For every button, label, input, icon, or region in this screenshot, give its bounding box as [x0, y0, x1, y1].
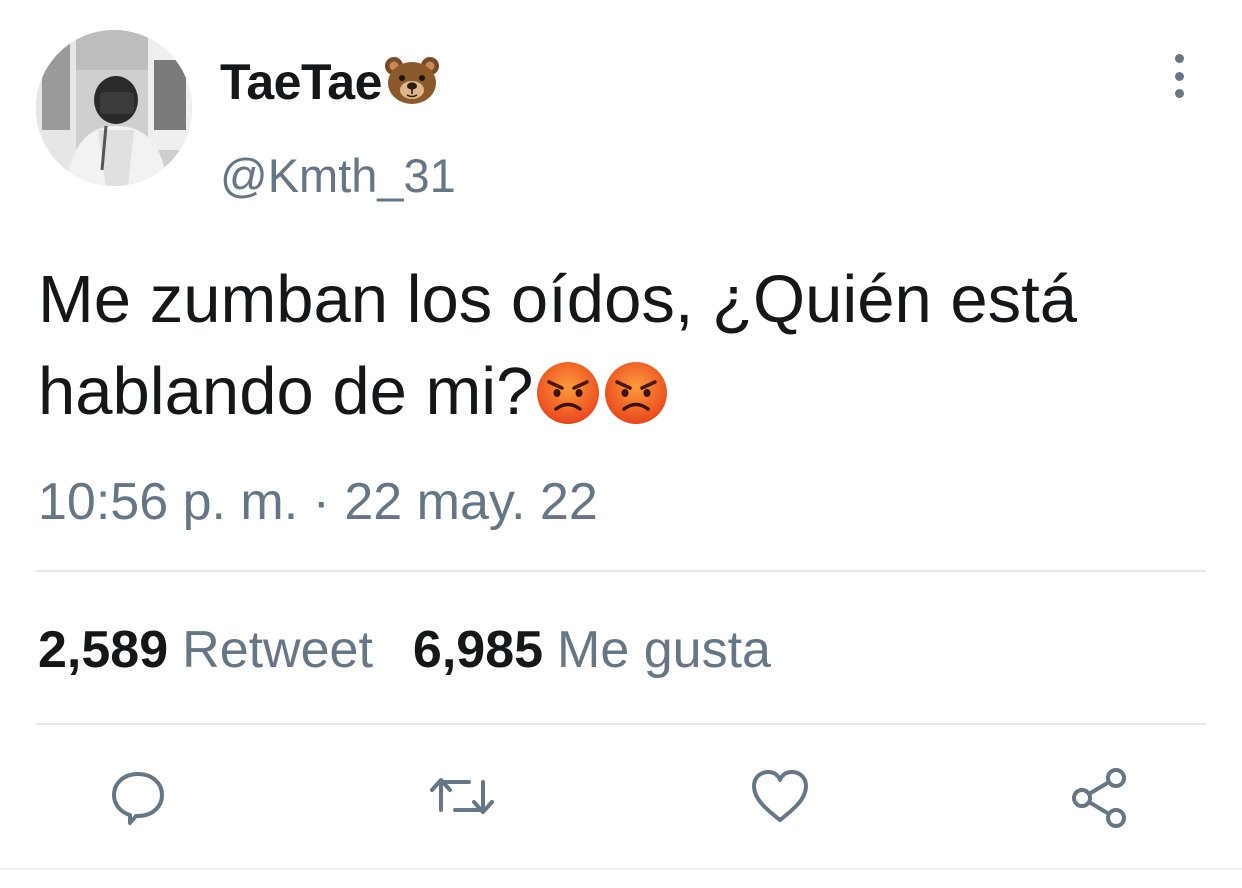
more-dot [1174, 89, 1184, 98]
tweet-card: TaeTae @Kmth_31 Me zumban los oídos, ¿Qu… [0, 0, 1242, 888]
more-dot [1174, 54, 1184, 63]
avatar[interactable] [36, 30, 192, 186]
tweet-stats: 2,589 Retweet 6,985 Me gusta [38, 620, 771, 680]
display-name[interactable]: TaeTae [220, 53, 382, 111]
reply-icon [112, 772, 164, 825]
retweet-count[interactable]: 2,589 [38, 621, 168, 679]
more-dot [1174, 71, 1184, 81]
avatar-photo [36, 30, 192, 186]
angry-face-emoji [603, 358, 669, 450]
user-handle[interactable]: @Kmth_31 [220, 148, 456, 203]
tweet-timestamp[interactable]: 10:56 p. m. · 22 may. 22 [38, 472, 598, 532]
divider [36, 723, 1206, 725]
tweet-text-block: Me zumban los oídos, ¿Quién está habland… [38, 254, 1218, 450]
more-options-icon[interactable] [1162, 54, 1196, 98]
share-icon [1072, 768, 1126, 828]
like-label[interactable]: Me gusta [557, 621, 771, 679]
retweet-label[interactable]: Retweet [182, 621, 373, 679]
divider [36, 570, 1206, 572]
share-button[interactable] [1068, 766, 1128, 828]
retweet-button[interactable] [427, 766, 494, 826]
angry-face-emoji [535, 358, 601, 450]
display-name-row: TaeTae [220, 52, 440, 112]
like-icon [752, 770, 808, 822]
like-count[interactable]: 6,985 [413, 621, 543, 679]
like-button[interactable] [748, 766, 808, 826]
bear-face-emoji [384, 54, 440, 111]
footer-divider [0, 868, 1242, 870]
retweet-icon [430, 778, 494, 814]
reply-button[interactable] [108, 766, 168, 826]
